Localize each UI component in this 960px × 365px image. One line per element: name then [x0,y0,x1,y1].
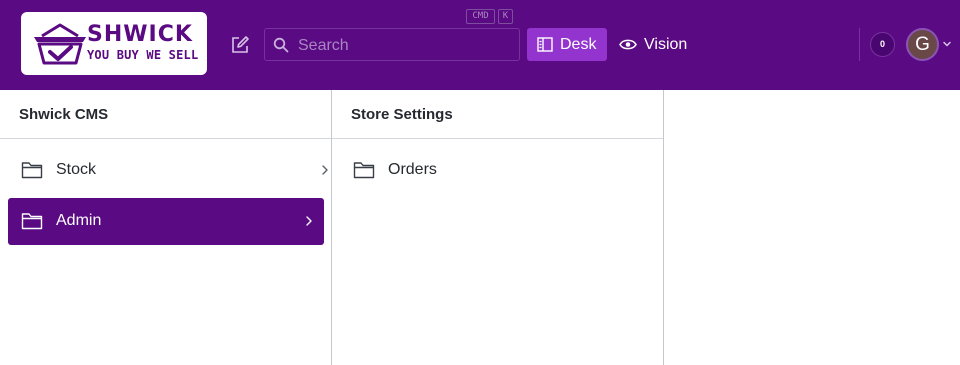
compose-icon[interactable] [229,34,251,56]
folder-icon [21,213,43,230]
folder-icon [353,162,375,179]
list-item-label: Admin [56,212,102,229]
shortcut-modifier-badge: CMD [466,9,495,24]
pane-title: Shwick CMS [19,106,109,123]
folder-icon [21,162,43,179]
pane-header: Shwick CMS [0,90,331,139]
desk-tool-button[interactable]: Desk [527,28,607,61]
user-avatar[interactable]: G [906,28,939,61]
chevron-right-icon [322,165,328,175]
structure-pane-root: Shwick CMS Stock Admin [0,90,332,365]
search-placeholder: Search [298,37,349,54]
brand-name: SHWICK [87,22,193,47]
chevron-down-icon[interactable] [942,40,952,48]
top-navigation-bar: SHWICK YOU BUY WE SELL Search CMD K Desk… [0,0,960,90]
brand-logo[interactable]: SHWICK YOU BUY WE SELL [21,12,207,75]
list-item-admin[interactable]: Admin [8,198,324,245]
search-input[interactable]: Search [264,28,520,61]
basket-check-icon [34,23,86,65]
chevron-right-icon [306,216,312,226]
vision-tool-button[interactable]: Vision [616,28,696,61]
eye-icon [619,39,637,50]
toolbar-divider [859,28,860,61]
shortcut-key-badge: K [498,9,513,24]
vision-label: Vision [644,36,688,53]
pane-header: Store Settings [332,90,663,139]
desk-icon [537,37,553,52]
search-icon [273,37,289,53]
structure-pane-store-settings: Store Settings Orders [322,90,664,365]
list-item-label: Orders [388,161,437,178]
empty-pane [664,90,960,365]
pane-title: Store Settings [351,106,453,123]
notification-badge[interactable]: 0 [870,32,895,57]
brand-tagline: YOU BUY WE SELL [87,48,199,62]
list-item-label: Stock [56,161,97,178]
desk-label: Desk [560,36,597,53]
